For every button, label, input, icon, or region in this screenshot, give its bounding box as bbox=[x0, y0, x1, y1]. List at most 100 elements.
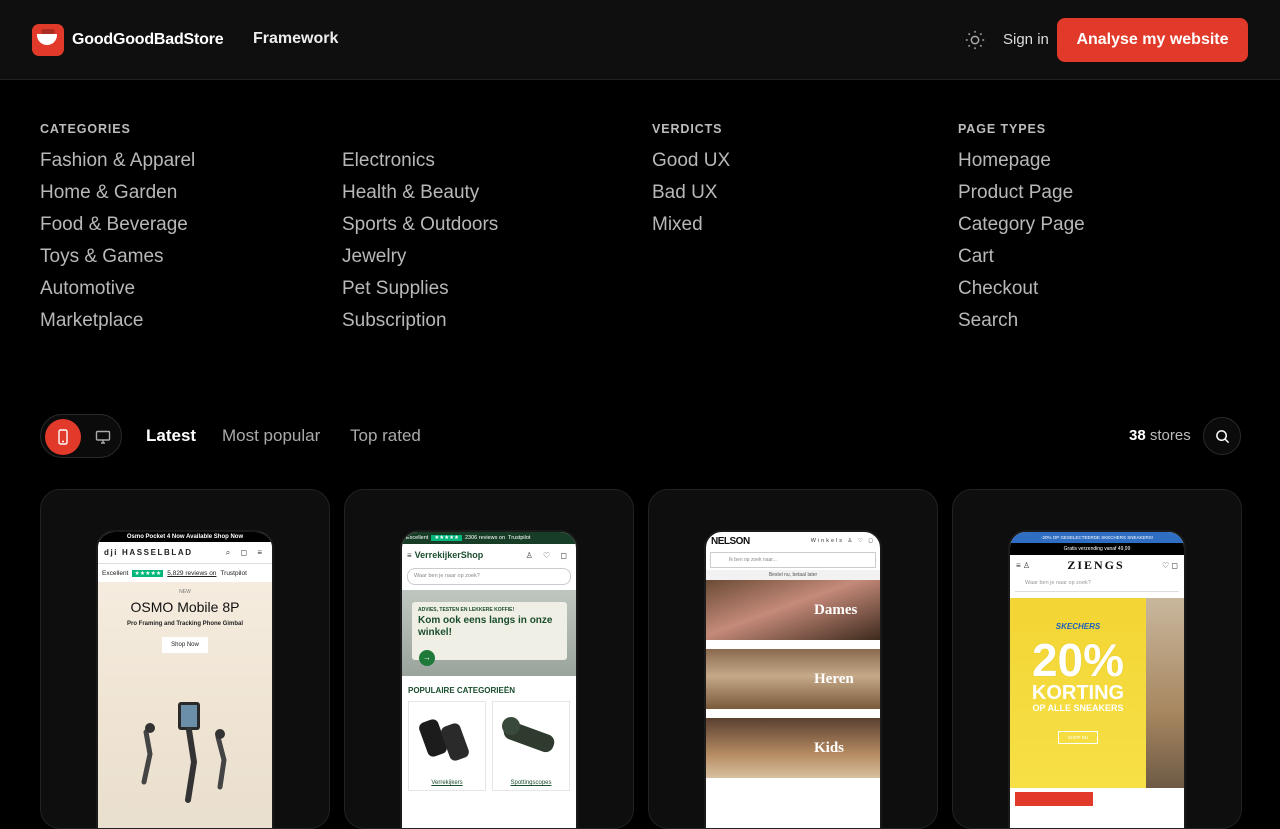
page-type-link[interactable]: Search bbox=[958, 309, 1085, 341]
category-tiles: Verrekijkers Spottingscopes bbox=[402, 701, 576, 791]
category-link[interactable]: Jewelry bbox=[342, 245, 498, 277]
verdicts-heading: VERDICTS bbox=[652, 122, 723, 136]
tile-label: Spottingscopes bbox=[510, 780, 552, 786]
trust-brand: Trustpilot bbox=[220, 569, 247, 577]
trust-reviews: 5,829 reviews on bbox=[167, 569, 217, 577]
trust-excellent: Excellent bbox=[406, 535, 429, 541]
device-toggle bbox=[40, 414, 122, 458]
theme-toggle-sun-icon[interactable] bbox=[964, 29, 986, 51]
store-hero: ADVIES, TESTEN EN LEKKERE KOFFIE! Kom oo… bbox=[402, 590, 576, 676]
banner-button: SHOP NU bbox=[1057, 731, 1099, 744]
banner-line: OP ALLE SNEAKERS bbox=[1032, 703, 1124, 713]
category-panel: Kids bbox=[706, 718, 880, 787]
store-screenshot: NELSON Winkels ♙ ♡ ◻ Ik ben op zoek naar… bbox=[704, 530, 882, 828]
page-type-link[interactable]: Cart bbox=[958, 245, 1085, 277]
category-link[interactable]: Pet Supplies bbox=[342, 277, 498, 309]
store-card[interactable]: -20% OP GESELECTEERDE SKECHERS SNEAKERS!… bbox=[952, 489, 1242, 829]
store-screenshot: Excellent ★★★★★ 2306 reviews on Trustpil… bbox=[400, 530, 578, 828]
category-link[interactable]: Sports & Outdoors bbox=[342, 213, 498, 245]
nav-framework-link[interactable]: Framework bbox=[253, 30, 338, 48]
verdict-link[interactable]: Bad UX bbox=[652, 181, 730, 213]
hero-title: OSMO Mobile 8P bbox=[130, 599, 240, 615]
hero-new: NEW bbox=[179, 589, 191, 595]
store-card[interactable]: Osmo Pocket 4 Now Available Shop Now dji… bbox=[40, 489, 330, 829]
search-icon bbox=[1215, 429, 1229, 443]
brand-logo-icon bbox=[32, 24, 64, 56]
store-card[interactable]: Excellent ★★★★★ 2306 reviews on Trustpil… bbox=[344, 489, 634, 829]
store-count-label: stores bbox=[1149, 427, 1191, 444]
banner-korting: KORTING bbox=[1031, 682, 1125, 704]
trust-stars-icon: ★★★★★ bbox=[132, 569, 164, 577]
bubble-big: Kom ook eens langs in onze winkel! bbox=[418, 615, 553, 638]
category-link[interactable]: Food & Beverage bbox=[40, 213, 195, 245]
trust-stars-icon: ★★★★★ bbox=[431, 535, 462, 541]
categories-list-2: Electronics Health & Beauty Sports & Out… bbox=[342, 149, 498, 341]
header-icons: Winkels ♙ ♡ ◻ bbox=[810, 538, 875, 544]
page-type-link[interactable]: Category Page bbox=[958, 213, 1085, 245]
category-link[interactable]: Health & Beauty bbox=[342, 181, 498, 213]
sale-strip bbox=[1015, 792, 1093, 806]
category-link[interactable]: Home & Garden bbox=[40, 181, 195, 213]
header-icons: ♙ ♡ ◻ bbox=[525, 550, 571, 560]
tab-latest[interactable]: Latest bbox=[146, 426, 196, 446]
section-title: POPULAIRE CATEGORIEËN bbox=[408, 686, 515, 695]
shipping-bar: Gratis verzending vanaf 49,99 bbox=[1010, 543, 1184, 555]
page-type-link[interactable]: Product Page bbox=[958, 181, 1085, 213]
page-type-link[interactable]: Homepage bbox=[958, 149, 1085, 181]
banner-photo bbox=[1146, 598, 1184, 788]
page-type-link[interactable]: Checkout bbox=[958, 277, 1085, 309]
store-count-number: 38 bbox=[1129, 427, 1146, 444]
header-icons: ⌕ ◻ ≡ bbox=[225, 547, 266, 557]
category-panel: Dames bbox=[706, 580, 880, 649]
hero-shop-button: Shop Now bbox=[162, 637, 208, 653]
spotting-scope-image bbox=[502, 717, 555, 753]
mobile-view-button[interactable] bbox=[45, 419, 81, 455]
trust-excellent: Excellent bbox=[102, 569, 129, 577]
category-link[interactable]: Marketplace bbox=[40, 309, 195, 341]
store-header: dji HASSELBLAD ⌕ ◻ ≡ bbox=[98, 542, 272, 564]
store-card[interactable]: NELSON Winkels ♙ ♡ ◻ Ik ben op zoek naar… bbox=[648, 489, 938, 829]
store-logo: dji HASSELBLAD bbox=[104, 548, 193, 557]
verdict-link[interactable]: Mixed bbox=[652, 213, 730, 245]
search-button[interactable] bbox=[1203, 417, 1241, 455]
page-types-list: Homepage Product Page Category Page Cart… bbox=[958, 149, 1085, 341]
store-logo: NELSON bbox=[711, 535, 750, 547]
category-link[interactable]: Automotive bbox=[40, 277, 195, 309]
desktop-view-button[interactable] bbox=[85, 419, 121, 455]
category-tile: Verrekijkers bbox=[408, 701, 486, 791]
banner-yellow: SKECHERS 20% KORTING OP ALLE SNEAKERS SH… bbox=[1010, 598, 1146, 788]
hero-bubble: ADVIES, TESTEN EN LEKKERE KOFFIE! Kom oo… bbox=[412, 602, 567, 660]
store-screenshot: Osmo Pocket 4 Now Available Shop Now dji… bbox=[96, 530, 274, 828]
banner-brand: SKECHERS bbox=[1055, 622, 1101, 631]
pay-later-note: Bestel nu, betaal later bbox=[706, 570, 880, 580]
brand-name: GoodGoodBadStore bbox=[72, 31, 224, 48]
panel-label: Dames bbox=[814, 602, 858, 618]
panel-label: Kids bbox=[814, 740, 845, 756]
hero-banner: NEW OSMO Mobile 8P Pro Framing and Track… bbox=[98, 582, 272, 828]
arrow-right-icon: → bbox=[419, 650, 435, 666]
tab-most-popular[interactable]: Most popular bbox=[222, 426, 320, 446]
menu-icon: ≡ bbox=[407, 550, 412, 560]
category-link[interactable]: Subscription bbox=[342, 309, 498, 341]
binoculars-image bbox=[419, 719, 469, 761]
smartphone-icon bbox=[58, 429, 68, 445]
menu-icon: ≡ ♙ bbox=[1016, 560, 1031, 570]
analyse-website-button[interactable]: Analyse my website bbox=[1057, 18, 1248, 62]
store-search: Waar ben je naar op zoek? bbox=[1015, 576, 1179, 592]
store-header: ≡ ♙ ZIENGS ♡ ◻ bbox=[1010, 555, 1184, 575]
tab-top-rated[interactable]: Top rated bbox=[350, 426, 421, 446]
banner-percent: 20% bbox=[1031, 634, 1125, 686]
sign-in-link[interactable]: Sign in bbox=[1003, 31, 1049, 48]
trust-brand: Trustpilot bbox=[508, 535, 531, 541]
panel-label: Heren bbox=[814, 671, 854, 687]
brand-link[interactable]: GoodGoodBadStore bbox=[32, 24, 224, 56]
verdict-link[interactable]: Good UX bbox=[652, 149, 730, 181]
category-link[interactable]: Electronics bbox=[342, 149, 498, 181]
promo-bar: -20% OP GESELECTEERDE SKECHERS SNEAKERS! bbox=[1010, 532, 1184, 543]
store-screenshot: -20% OP GESELECTEERDE SKECHERS SNEAKERS!… bbox=[1008, 530, 1186, 828]
category-link[interactable]: Toys & Games bbox=[40, 245, 195, 277]
category-link[interactable]: Fashion & Apparel bbox=[40, 149, 195, 181]
page-types-heading: PAGE TYPES bbox=[958, 122, 1046, 136]
store-link: Winkels bbox=[810, 538, 844, 544]
category-panel: Heren bbox=[706, 649, 880, 718]
